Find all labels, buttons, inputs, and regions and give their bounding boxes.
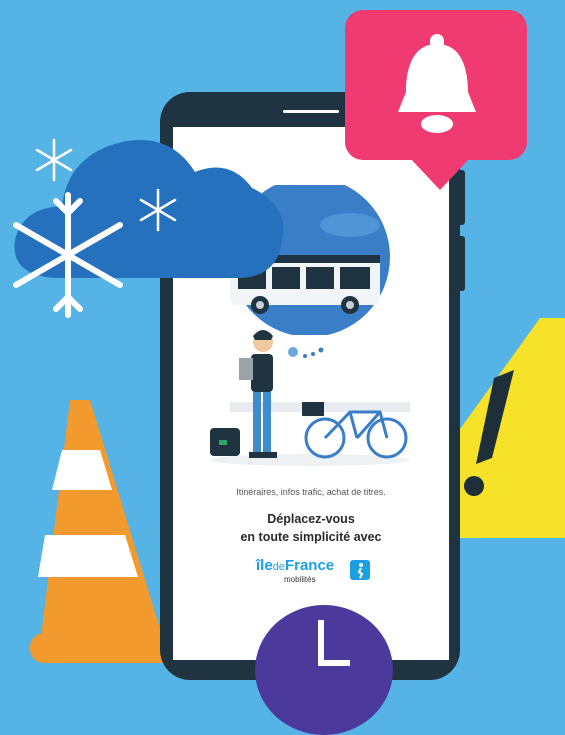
headline-line-2: en toute simplicité avec — [240, 530, 382, 544]
phone-speaker — [283, 110, 339, 113]
brand-logo: îledeFrance mobilités — [256, 557, 376, 591]
clock-icon — [255, 605, 393, 735]
clock-hand — [318, 620, 324, 665]
brand-name: îledeFrance — [256, 557, 335, 574]
bell-pointer — [410, 158, 470, 190]
bicycle-icon — [304, 410, 408, 459]
phone-side-button — [455, 236, 465, 291]
brand-walking-icon — [350, 560, 370, 580]
snowflake-icon — [13, 192, 123, 318]
snowflake-icon — [139, 188, 177, 232]
snowflake-icon — [35, 138, 73, 182]
app-tagline: Itinéraires, infos trafic, achat de titr… — [236, 487, 386, 497]
brand-subtitle: mobilités — [284, 575, 316, 584]
headline-line-1: Déplacez-vous — [267, 512, 355, 526]
clock-hand — [318, 660, 350, 666]
bell-icon — [398, 34, 476, 133]
person-bicycle-illustration — [210, 330, 410, 466]
